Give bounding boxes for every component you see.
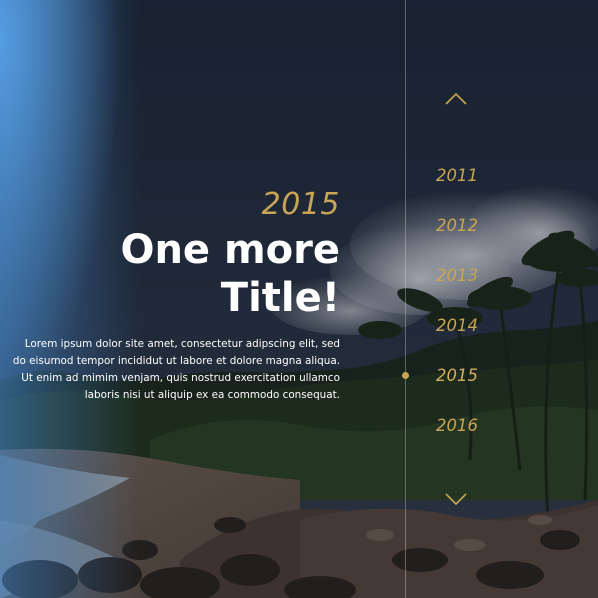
chevron-down-icon: [445, 493, 467, 506]
timeline-years: 2011 2012 2013 2014 2015 2016: [436, 164, 478, 464]
slide-title: One more Title!: [120, 227, 340, 321]
timeline-year-2011[interactable]: 2011: [436, 164, 478, 214]
timeline-next-button[interactable]: [444, 491, 468, 507]
timeline-year-2014[interactable]: 2014: [436, 314, 478, 364]
slide-content: 2015 One more Title! Lorem ipsum dolor s…: [13, 186, 340, 404]
timeline-slider: 2015 One more Title! Lorem ipsum dolor s…: [0, 0, 598, 598]
timeline-year-2013[interactable]: 2013: [436, 264, 478, 314]
timeline-line: [405, 0, 406, 598]
timeline-year-2012[interactable]: 2012: [436, 214, 478, 264]
timeline-prev-button[interactable]: [444, 91, 468, 107]
chevron-up-icon: [445, 92, 467, 105]
timeline-year-2015[interactable]: 2015: [436, 364, 478, 414]
timeline-year-2016[interactable]: 2016: [436, 414, 478, 464]
timeline-active-marker: [402, 372, 409, 379]
slide-year: 2015: [261, 187, 340, 222]
slide-description: Lorem ipsum dolor site amet, consectetur…: [12, 338, 340, 401]
